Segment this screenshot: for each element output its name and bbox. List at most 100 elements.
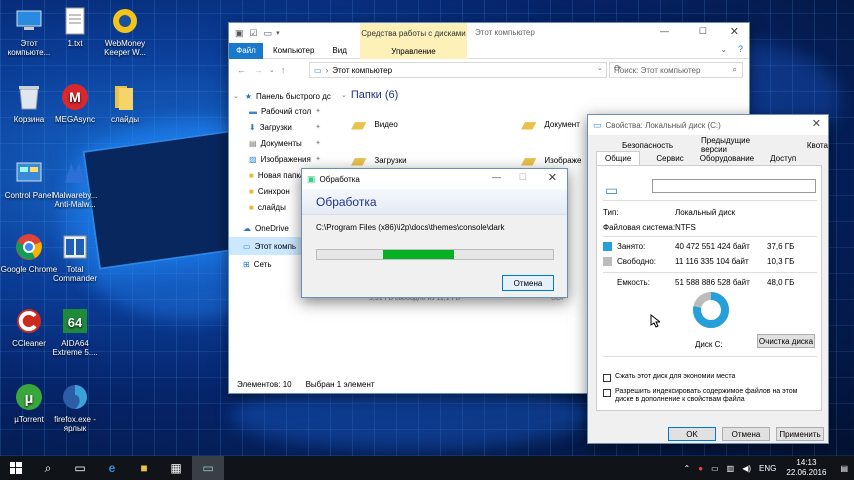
index-checkbox[interactable] <box>603 389 611 397</box>
picture-icon: ▨ <box>249 154 257 164</box>
battery-icon[interactable]: ▭ <box>711 464 719 473</box>
compress-checkbox[interactable] <box>603 374 611 382</box>
address-bar[interactable]: ▭ › Этот компьютер <box>309 62 607 78</box>
tab-computer[interactable]: Компьютер <box>273 46 314 55</box>
desktop-icon-slides-folder[interactable]: слайды <box>96 82 154 124</box>
used-label: Занято: <box>617 242 646 251</box>
ok-button[interactable]: OK <box>668 427 716 441</box>
start-button[interactable] <box>0 456 32 480</box>
desktop-icon-label: Этот компьюте... <box>7 39 51 57</box>
qat-dropdown-icon[interactable]: ▾ <box>276 29 280 37</box>
folder-icon: ■ <box>249 170 254 180</box>
forward-icon[interactable]: → <box>254 65 263 75</box>
store-icon[interactable]: ▦ <box>160 456 192 480</box>
tab-general[interactable]: Общие <box>596 151 641 165</box>
drive-icon: ▭ <box>605 182 619 198</box>
desktop-icon-label: Корзина <box>13 115 45 124</box>
tab-manage[interactable]: Управление <box>360 43 467 59</box>
ribbon-collapse-icon[interactable]: ⌄ <box>720 45 727 54</box>
clock[interactable]: 14:13 22.06.2016 <box>786 458 826 478</box>
up-icon[interactable]: ↑ <box>281 65 286 75</box>
recent-dropdown-icon[interactable]: ⌄ <box>269 66 275 74</box>
maximize-icon[interactable]: ☐ <box>699 26 707 37</box>
tab-security[interactable]: Безопасность <box>622 141 673 150</box>
desktop-icon-webmoney[interactable]: WebMoney Keeper W... <box>96 6 154 57</box>
tray-chevron-icon[interactable]: ⌃ <box>684 464 691 473</box>
tab-tools[interactable]: Сервис <box>656 154 683 163</box>
cancel-button[interactable]: Отмена <box>502 275 554 291</box>
documents-folder-icon: ▰ <box>521 113 537 136</box>
drive-name-input[interactable] <box>652 179 816 193</box>
minimize-icon[interactable]: — <box>660 26 669 36</box>
desktop-icon-label: AIDA64 Extreme 5.... <box>52 339 98 357</box>
svg-text:64: 64 <box>68 315 83 330</box>
clock-date: 22.06.2016 <box>786 468 827 477</box>
desktop-icon-label: WebMoney Keeper W... <box>104 39 146 57</box>
tab-file[interactable]: Файл <box>229 42 263 59</box>
dialog-heading: Обработка <box>302 189 567 215</box>
explorer-title: Этот компьютер <box>475 28 535 37</box>
free-gb: 10,3 ГБ <box>767 257 795 266</box>
nav-item-pictures[interactable]: ▨ Изображения ✦ <box>229 151 341 167</box>
help-icon[interactable]: ? <box>738 44 743 54</box>
minimize-icon[interactable]: — <box>492 172 501 182</box>
nav-label: Синхрон <box>257 186 290 196</box>
onedrive-icon: ☁ <box>243 223 251 233</box>
breadcrumb[interactable]: Этот компьютер <box>332 66 392 75</box>
disk-taskbar-icon[interactable]: ▭ <box>192 456 224 480</box>
qat-properties-icon[interactable]: ☑ <box>250 28 258 39</box>
disk-usage-donut <box>693 292 729 328</box>
search-icon: ⌕ <box>732 65 737 74</box>
maximize-icon: ☐ <box>518 172 527 182</box>
desktop-icon-aida64[interactable]: 64 AIDA64 Extreme 5.... <box>46 306 104 357</box>
notifications-icon[interactable]: ▤ <box>840 464 848 473</box>
tab-hardware[interactable]: Оборудование <box>700 154 754 163</box>
folder-label: Изображе <box>544 155 582 165</box>
close-icon[interactable]: ✕ <box>812 117 821 130</box>
volume-icon[interactable]: ◀) <box>742 464 751 473</box>
folder-icon <box>110 82 140 112</box>
tab-quota[interactable]: Квота <box>807 141 828 150</box>
qat-save-icon[interactable]: ▣ <box>235 28 244 39</box>
disk-cleanup-button[interactable]: Очистка диска <box>757 334 815 348</box>
folder-item-video[interactable]: ▰ Видео <box>351 111 398 137</box>
language-indicator[interactable]: ENG <box>759 464 776 473</box>
nav-item-documents[interactable]: ▤ Документы ✦ <box>229 135 341 151</box>
folder-item-documents[interactable]: ▰ Документ <box>521 111 580 137</box>
utorrent-icon: µ <box>14 382 44 412</box>
cancel-button[interactable]: Отмена <box>722 427 770 441</box>
qat-newfolder-icon[interactable]: ▭ <box>264 28 273 39</box>
desktop-icon-malwarebytes[interactable]: Malwareby... Anti-Malw... <box>46 158 104 209</box>
apply-button[interactable]: Применить <box>776 427 824 441</box>
desktop-icon-label: слайды <box>110 115 139 124</box>
free-bytes: 11 116 335 104 байт <box>675 257 749 266</box>
pin-icon: ✦ <box>315 140 321 147</box>
disk-label: Диск C: <box>695 340 723 349</box>
nav-item-quick-access[interactable]: ⌄ ★ Панель быстрого дс <box>229 89 341 103</box>
used-gb: 37,6 ГБ <box>767 242 795 251</box>
tray-app-icon[interactable]: ● <box>698 464 703 473</box>
task-view-icon[interactable]: ▭ <box>64 456 96 480</box>
tab-sharing[interactable]: Доступ <box>770 154 796 163</box>
edge-icon[interactable]: e <box>96 456 128 480</box>
nav-label: слайды <box>257 202 286 212</box>
nav-item-desktop[interactable]: ▬ Рабочий стол ✦ <box>229 103 341 119</box>
close-icon[interactable]: ✕ <box>548 171 557 184</box>
group-header[interactable]: ⌄ Папки (6) <box>341 87 749 103</box>
search-icon[interactable]: ⌕ <box>32 456 64 480</box>
file-explorer-icon[interactable]: ■ <box>128 456 160 480</box>
folder-icon: ■ <box>249 186 254 196</box>
network-icon[interactable]: ▥ <box>727 464 735 473</box>
address-dropdown-icon[interactable]: ⌄ <box>597 64 603 72</box>
desktop-icon-total-commander[interactable]: Total Commander <box>46 232 104 283</box>
back-icon[interactable]: ← <box>237 65 246 75</box>
nav-item-downloads[interactable]: ⬇ Загрузки ✦ <box>229 119 341 135</box>
nav-label: OneDrive <box>255 223 289 233</box>
tab-view[interactable]: Вид <box>332 46 346 55</box>
svg-text:µ: µ <box>25 390 34 407</box>
search-input[interactable]: Поиск: Этот компьютер ⌕ <box>609 62 743 78</box>
capacity-label: Емкость: <box>617 278 650 287</box>
close-icon[interactable]: ✕ <box>730 25 739 38</box>
progress-fill <box>383 250 454 259</box>
desktop-icon-firefox[interactable]: firefox.exe - ярлык <box>46 382 104 433</box>
